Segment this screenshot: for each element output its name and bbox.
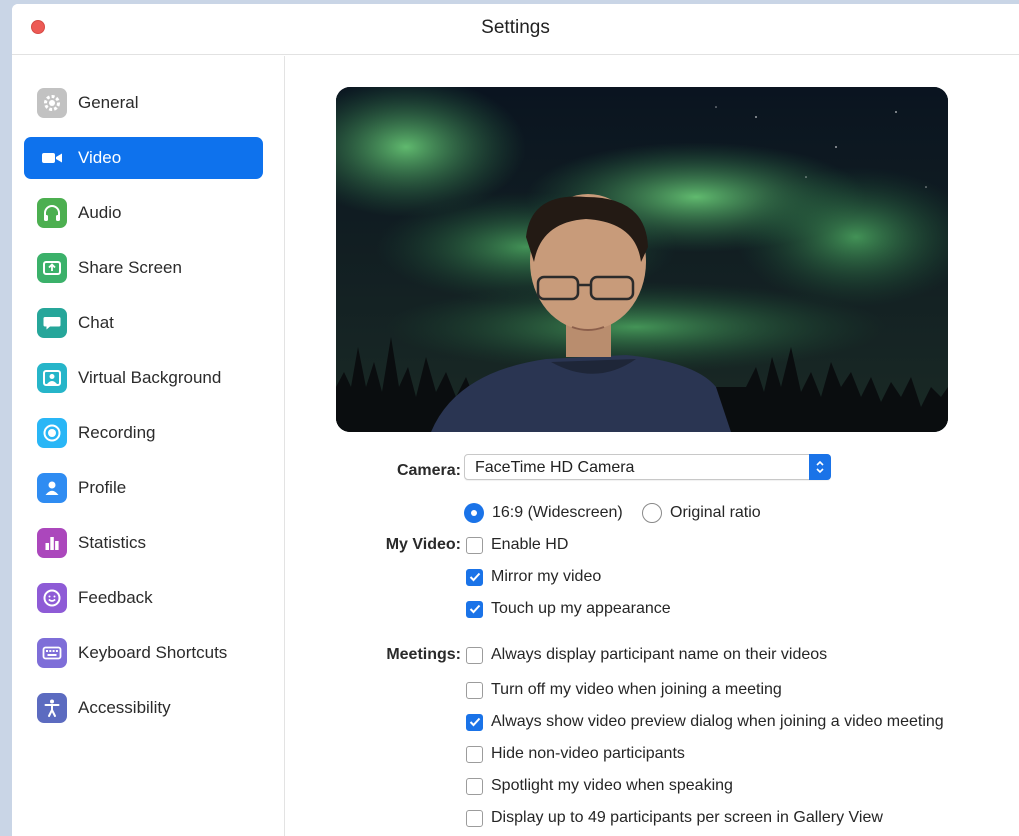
person-portrait-icon	[37, 363, 67, 393]
headphones-icon	[37, 198, 67, 228]
gear-icon	[37, 88, 67, 118]
ratio-original-radio[interactable]	[642, 503, 662, 523]
ratio-widescreen-radio[interactable]	[464, 503, 484, 523]
ratio-original-label: Original ratio	[670, 504, 761, 521]
person-icon	[37, 473, 67, 503]
enable-hd-option[interactable]: Enable HD	[466, 536, 568, 554]
camera-label: Camera:	[396, 462, 461, 479]
ratio-widescreen-label: 16:9 (Widescreen)	[492, 504, 623, 521]
settings-sidebar: General Video Audio Share Screen Chat Vi…	[12, 56, 285, 836]
sidebar-item-video[interactable]: Video	[24, 137, 263, 179]
sidebar-item-label: Chat	[78, 313, 114, 332]
gallery-49-option[interactable]: Display up to 49 participants per screen…	[466, 809, 883, 827]
hide-non-video-checkbox[interactable]	[466, 745, 483, 763]
sidebar-item-general[interactable]: General	[24, 82, 263, 124]
record-icon	[37, 418, 67, 448]
enable-hd-checkbox[interactable]	[466, 536, 483, 554]
sidebar-item-profile[interactable]: Profile	[24, 467, 263, 509]
camera-select[interactable]: FaceTime HD Camera	[464, 454, 831, 480]
enable-hd-label: Enable HD	[491, 536, 569, 553]
ratio-widescreen-option[interactable]: 16:9 (Widescreen)	[464, 503, 623, 523]
sidebar-item-chat[interactable]: Chat	[24, 302, 263, 344]
sidebar-item-statistics[interactable]: Statistics	[24, 522, 263, 564]
sidebar-item-label: Accessibility	[78, 698, 171, 717]
sidebar-item-label: Keyboard Shortcuts	[78, 643, 228, 662]
sidebar-item-label: Audio	[78, 203, 122, 222]
display-participant-name-checkbox[interactable]	[466, 646, 483, 664]
mirror-video-option[interactable]: Mirror my video	[466, 568, 601, 586]
sidebar-item-feedback[interactable]: Feedback	[24, 577, 263, 619]
spotlight-video-label: Spotlight my video when speaking	[491, 777, 733, 794]
video-preview-dialog-option[interactable]: Always show video preview dialog when jo…	[466, 713, 944, 731]
touch-up-option[interactable]: Touch up my appearance	[466, 600, 671, 618]
sidebar-item-label: Recording	[78, 423, 156, 442]
sidebar-item-label: Virtual Background	[78, 368, 222, 387]
touch-up-checkbox[interactable]	[466, 600, 483, 618]
video-preview-dialog-label: Always show video preview dialog when jo…	[491, 713, 944, 730]
spotlight-video-checkbox[interactable]	[466, 777, 483, 795]
touch-up-label: Touch up my appearance	[491, 600, 671, 617]
checkmark-icon	[469, 717, 480, 727]
video-preview	[336, 87, 948, 432]
chat-bubble-icon	[37, 308, 67, 338]
keyboard-icon	[37, 638, 67, 668]
video-preview-dialog-checkbox[interactable]	[466, 713, 483, 731]
sidebar-item-label: Statistics	[78, 533, 147, 552]
share-screen-icon	[37, 253, 67, 283]
bar-chart-icon	[37, 528, 67, 558]
video-preview-image	[336, 87, 948, 432]
mirror-video-checkbox[interactable]	[466, 568, 483, 586]
sidebar-item-label: Feedback	[78, 588, 153, 607]
ratio-original-option[interactable]: Original ratio	[642, 503, 761, 523]
turn-off-video-option[interactable]: Turn off my video when joining a meeting	[466, 681, 782, 699]
sidebar-item-audio[interactable]: Audio	[24, 192, 263, 234]
gallery-49-label: Display up to 49 participants per screen…	[491, 809, 883, 826]
smiley-icon	[37, 583, 67, 613]
title-bar: Settings	[12, 4, 1019, 55]
my-video-label: My Video:	[385, 536, 461, 553]
video-settings-panel: Camera: FaceTime HD Camera 16:9 (Widescr…	[286, 56, 1019, 836]
spotlight-video-option[interactable]: Spotlight my video when speaking	[466, 777, 733, 795]
hide-non-video-label: Hide non-video participants	[491, 745, 685, 762]
camera-select-value: FaceTime HD Camera	[475, 459, 635, 476]
sidebar-item-label: General	[78, 93, 139, 112]
video-camera-icon	[37, 143, 67, 173]
turn-off-video-checkbox[interactable]	[466, 681, 483, 699]
accessibility-icon	[37, 693, 67, 723]
display-participant-name-option[interactable]: Always display participant name on their…	[466, 646, 827, 664]
sidebar-item-recording[interactable]: Recording	[24, 412, 263, 454]
sidebar-item-label: Share Screen	[78, 258, 182, 277]
gallery-49-checkbox[interactable]	[466, 809, 483, 827]
display-participant-name-label: Always display participant name on their…	[491, 646, 828, 663]
sidebar-item-label: Video	[78, 148, 122, 167]
mirror-video-label: Mirror my video	[491, 568, 602, 585]
sidebar-item-keyboard-shortcuts[interactable]: Keyboard Shortcuts	[24, 632, 263, 674]
hide-non-video-option[interactable]: Hide non-video participants	[466, 745, 685, 763]
meetings-label: Meetings:	[386, 646, 461, 663]
sidebar-item-virtual-background[interactable]: Virtual Background	[24, 357, 263, 399]
chevron-updown-icon	[809, 454, 831, 480]
sidebar-item-accessibility[interactable]: Accessibility	[24, 687, 263, 729]
turn-off-video-label: Turn off my video when joining a meeting	[491, 681, 782, 698]
checkmark-icon	[469, 604, 480, 614]
settings-window: Settings General Video Audio Share Scree…	[12, 4, 1019, 836]
sidebar-item-share-screen[interactable]: Share Screen	[24, 247, 263, 289]
checkmark-icon	[469, 572, 480, 582]
window-title: Settings	[481, 17, 550, 38]
sidebar-item-label: Profile	[78, 478, 127, 497]
